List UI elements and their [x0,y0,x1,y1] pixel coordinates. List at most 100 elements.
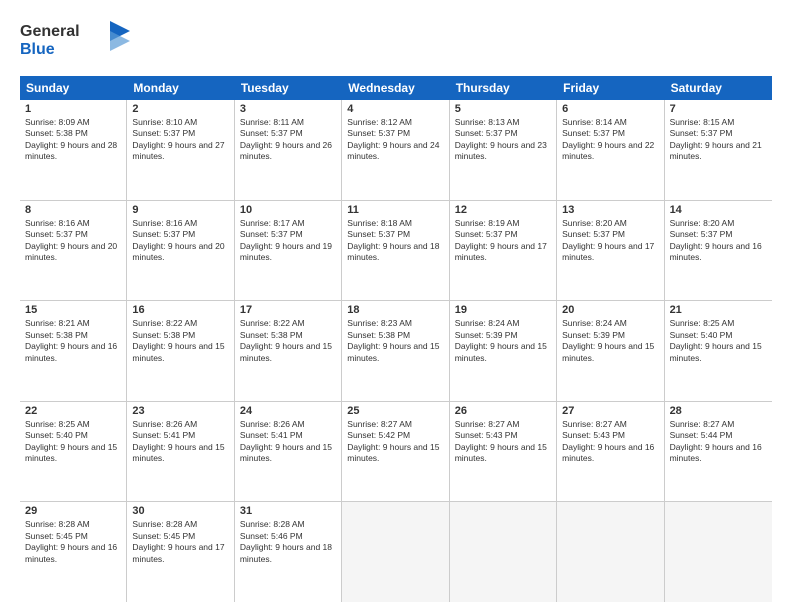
calendar-week-row: 22 Sunrise: 8:25 AMSunset: 5:40 PMDayligh… [20,402,772,503]
day-info: Sunrise: 8:26 AMSunset: 5:41 PMDaylight:… [240,419,336,465]
day-info: Sunrise: 8:12 AMSunset: 5:37 PMDaylight:… [347,117,443,163]
calendar-cell: 28 Sunrise: 8:27 AMSunset: 5:44 PMDayligh… [665,402,772,502]
calendar-cell [342,502,449,602]
calendar-cell: 22 Sunrise: 8:25 AMSunset: 5:40 PMDayligh… [20,402,127,502]
calendar-cell [557,502,664,602]
day-number: 17 [240,304,336,316]
page: General Blue SundayMondayTuesdayWednesda… [0,0,792,612]
day-number: 24 [240,405,336,417]
day-number: 31 [240,505,336,517]
day-info: Sunrise: 8:21 AMSunset: 5:38 PMDaylight:… [25,318,121,364]
calendar-cell: 9Sunrise: 8:16 AMSunset: 5:37 PMDaylight… [127,201,234,301]
calendar-cell: 16 Sunrise: 8:22 AMSunset: 5:38 PMDayligh… [127,301,234,401]
logo-text: General Blue [20,16,130,66]
header: General Blue [20,16,772,66]
calendar-day-header: Saturday [665,76,772,100]
day-info: Sunrise: 8:20 AMSunset: 5:37 PMDaylight:… [670,218,767,264]
calendar-cell: 4 Sunrise: 8:12 AMSunset: 5:37 PMDaylight… [342,100,449,200]
day-info: Sunrise: 8:23 AMSunset: 5:38 PMDaylight:… [347,318,443,364]
calendar-week-row: 1Sunrise: 8:09 AMSunset: 5:38 PMDaylight… [20,100,772,201]
calendar-cell: 25 Sunrise: 8:27 AMSunset: 5:42 PMDayligh… [342,402,449,502]
day-number: 4 [347,103,443,115]
day-number: 23 [132,405,228,417]
day-info: Sunrise: 8:22 AMSunset: 5:38 PMDaylight:… [240,318,336,364]
calendar-cell [450,502,557,602]
day-info: Sunrise: 8:10 AMSunset: 5:37 PMDaylight:… [132,117,228,163]
day-number: 13 [562,204,658,216]
day-info: Sunrise: 8:26 AMSunset: 5:41 PMDaylight:… [132,419,228,465]
day-info: Sunrise: 8:22 AMSunset: 5:38 PMDaylight:… [132,318,228,364]
day-number: 14 [670,204,767,216]
day-info: Sunrise: 8:25 AMSunset: 5:40 PMDaylight:… [25,419,121,465]
day-number: 26 [455,405,551,417]
calendar-cell: 31 Sunrise: 8:28 AMSunset: 5:46 PMDayligh… [235,502,342,602]
day-info: Sunrise: 8:18 AMSunset: 5:37 PMDaylight:… [347,218,443,264]
day-number: 30 [132,505,228,517]
day-number: 25 [347,405,443,417]
calendar-cell: 2 Sunrise: 8:10 AMSunset: 5:37 PMDaylight… [127,100,234,200]
day-number: 6 [562,103,658,115]
svg-text:General: General [20,23,80,40]
day-number: 5 [455,103,551,115]
calendar-day-header: Sunday [20,76,127,100]
calendar-cell: 19Sunrise: 8:24 AMSunset: 5:39 PMDayligh… [450,301,557,401]
day-number: 20 [562,304,658,316]
day-info: Sunrise: 8:27 AMSunset: 5:43 PMDaylight:… [562,419,658,465]
day-info: Sunrise: 8:27 AMSunset: 5:42 PMDaylight:… [347,419,443,465]
day-info: Sunrise: 8:11 AMSunset: 5:37 PMDaylight:… [240,117,336,163]
day-info: Sunrise: 8:20 AMSunset: 5:37 PMDaylight:… [562,218,658,264]
day-number: 12 [455,204,551,216]
day-number: 18 [347,304,443,316]
calendar-day-header: Thursday [450,76,557,100]
day-number: 16 [132,304,228,316]
calendar-body: 1Sunrise: 8:09 AMSunset: 5:38 PMDaylight… [20,100,772,602]
calendar-cell: 24 Sunrise: 8:26 AMSunset: 5:41 PMDayligh… [235,402,342,502]
day-number: 2 [132,103,228,115]
calendar-week-row: 8 Sunrise: 8:16 AMSunset: 5:37 PMDaylight… [20,201,772,302]
calendar-cell: 29 Sunrise: 8:28 AMSunset: 5:45 PMDayligh… [20,502,127,602]
calendar-cell: 20Sunrise: 8:24 AMSunset: 5:39 PMDayligh… [557,301,664,401]
day-info: Sunrise: 8:15 AMSunset: 5:37 PMDaylight:… [670,117,767,163]
calendar-day-header: Tuesday [235,76,342,100]
day-info: Sunrise: 8:14 AMSunset: 5:37 PMDaylight:… [562,117,658,163]
day-info: Sunrise: 8:13 AMSunset: 5:37 PMDaylight:… [455,117,551,163]
day-number: 1 [25,103,121,115]
calendar-cell: 3Sunrise: 8:11 AMSunset: 5:37 PMDaylight… [235,100,342,200]
calendar-cell: 12Sunrise: 8:19 AMSunset: 5:37 PMDayligh… [450,201,557,301]
calendar-cell: 23 Sunrise: 8:26 AMSunset: 5:41 PMDayligh… [127,402,234,502]
day-info: Sunrise: 8:25 AMSunset: 5:40 PMDaylight:… [670,318,767,364]
day-number: 15 [25,304,121,316]
day-info: Sunrise: 8:16 AMSunset: 5:37 PMDaylight:… [25,218,121,264]
day-number: 22 [25,405,121,417]
calendar-day-header: Wednesday [342,76,449,100]
calendar-cell: 8 Sunrise: 8:16 AMSunset: 5:37 PMDaylight… [20,201,127,301]
day-number: 27 [562,405,658,417]
day-number: 29 [25,505,121,517]
day-info: Sunrise: 8:27 AMSunset: 5:44 PMDaylight:… [670,419,767,465]
calendar-cell: 18 Sunrise: 8:23 AMSunset: 5:38 PMDayligh… [342,301,449,401]
calendar-cell: 5 Sunrise: 8:13 AMSunset: 5:37 PMDaylight… [450,100,557,200]
calendar-cell: 21 Sunrise: 8:25 AMSunset: 5:40 PMDayligh… [665,301,772,401]
day-info: Sunrise: 8:28 AMSunset: 5:45 PMDaylight:… [132,519,228,565]
day-number: 28 [670,405,767,417]
calendar-week-row: 29 Sunrise: 8:28 AMSunset: 5:45 PMDayligh… [20,502,772,602]
day-number: 21 [670,304,767,316]
calendar-header: SundayMondayTuesdayWednesdayThursdayFrid… [20,76,772,100]
day-info: Sunrise: 8:28 AMSunset: 5:46 PMDaylight:… [240,519,336,565]
day-info: Sunrise: 8:16 AMSunset: 5:37 PMDaylight:… [132,218,228,264]
calendar-cell: 6 Sunrise: 8:14 AMSunset: 5:37 PMDaylight… [557,100,664,200]
day-info: Sunrise: 8:24 AMSunset: 5:39 PMDaylight:… [455,318,551,364]
calendar-cell: 15 Sunrise: 8:21 AMSunset: 5:38 PMDayligh… [20,301,127,401]
day-info: Sunrise: 8:27 AMSunset: 5:43 PMDaylight:… [455,419,551,465]
calendar-cell: 27 Sunrise: 8:27 AMSunset: 5:43 PMDayligh… [557,402,664,502]
calendar-cell: 1Sunrise: 8:09 AMSunset: 5:38 PMDaylight… [20,100,127,200]
day-number: 10 [240,204,336,216]
calendar-cell [665,502,772,602]
day-number: 8 [25,204,121,216]
calendar-day-header: Friday [557,76,664,100]
calendar-cell: 10 Sunrise: 8:17 AMSunset: 5:37 PMDayligh… [235,201,342,301]
day-info: Sunrise: 8:17 AMSunset: 5:37 PMDaylight:… [240,218,336,264]
calendar-cell: 7Sunrise: 8:15 AMSunset: 5:37 PMDaylight… [665,100,772,200]
calendar-cell: 13 Sunrise: 8:20 AMSunset: 5:37 PMDayligh… [557,201,664,301]
day-info: Sunrise: 8:28 AMSunset: 5:45 PMDaylight:… [25,519,121,565]
